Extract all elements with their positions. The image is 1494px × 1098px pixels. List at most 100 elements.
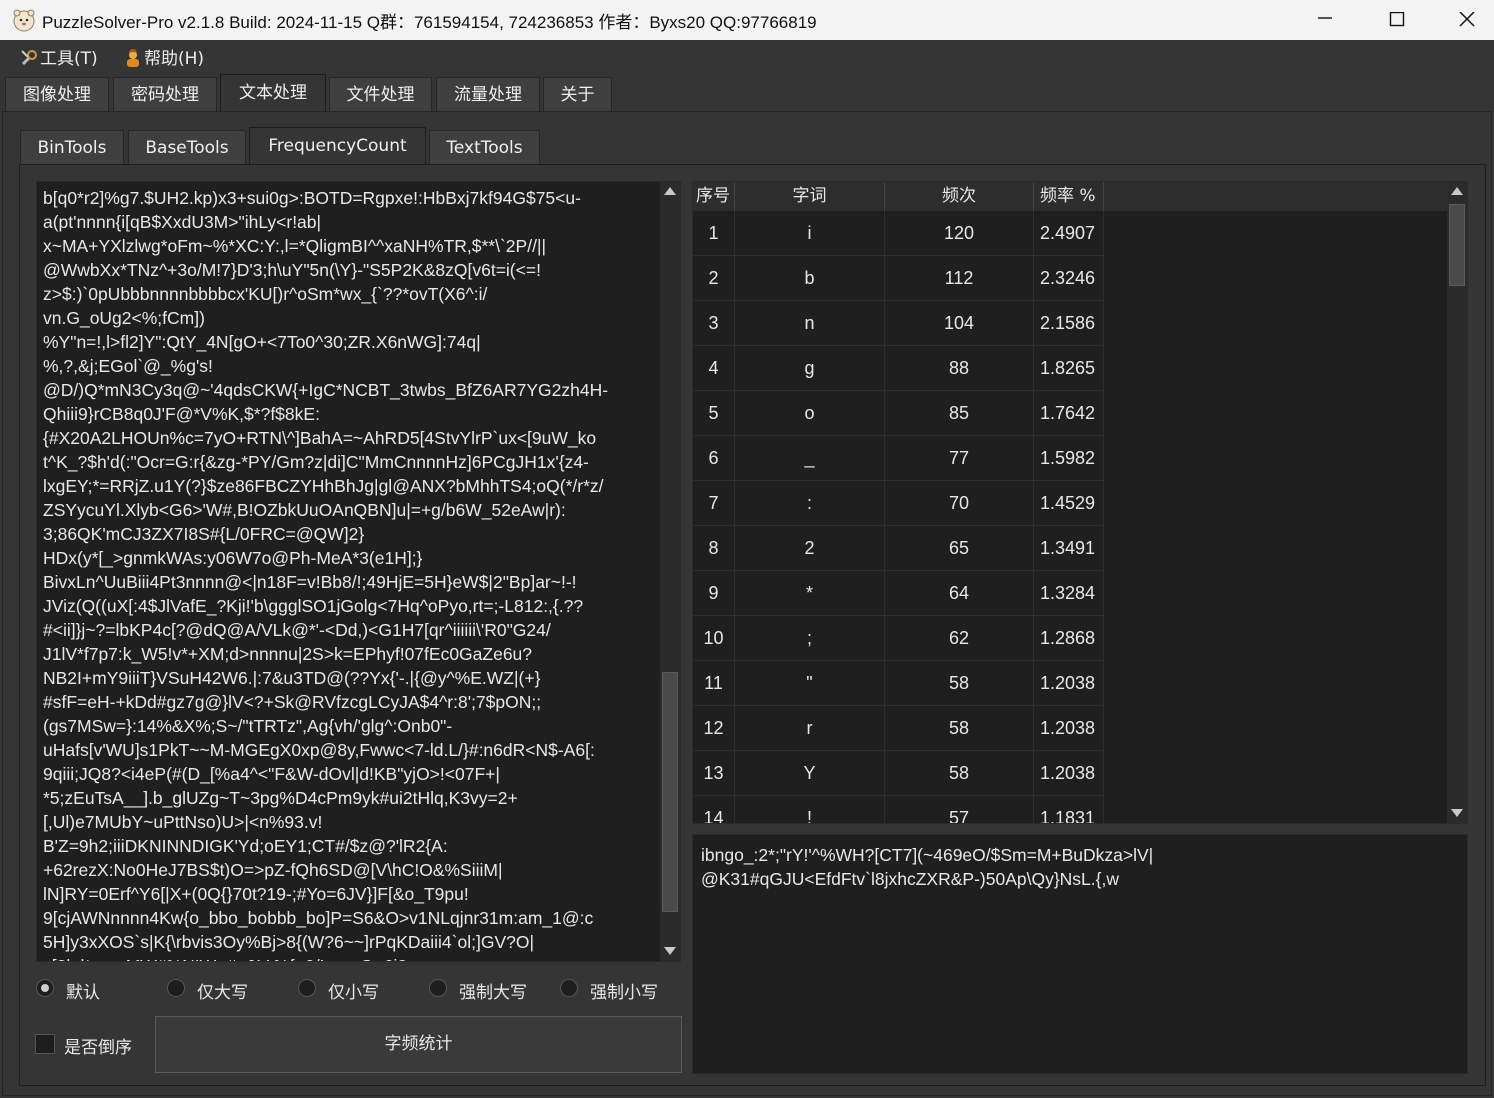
- subtab-basetools-label: BaseTools: [145, 138, 229, 158]
- table-row[interactable]: 8 2 65 1.3491: [693, 526, 1104, 571]
- subtab-texttools[interactable]: TextTools: [429, 130, 540, 164]
- header-frequency[interactable]: 频率 %: [1034, 182, 1104, 211]
- input-text-line: 5H]y3xXOS`s|K{\rbvis3Oy%Bj>8{(W?6~~]rPqK…: [43, 932, 535, 952]
- wrench-icon: [20, 49, 40, 68]
- cell-index: 10: [693, 616, 735, 661]
- tab-traffic[interactable]: 流量处理: [436, 77, 540, 111]
- menu-tools-label: 工具(T): [40, 49, 98, 69]
- table-scrollbar[interactable]: [1447, 182, 1467, 823]
- cell-frequency: 1.5982: [1034, 436, 1104, 481]
- menu-tools[interactable]: 工具(T): [20, 44, 98, 69]
- close-button[interactable]: [1432, 0, 1494, 40]
- table-row[interactable]: 11 " 58 1.2038: [693, 661, 1104, 706]
- cell-count: 65: [885, 526, 1034, 571]
- menu-help[interactable]: 帮助(H): [124, 44, 204, 69]
- table-row[interactable]: 5 o 85 1.7642: [693, 391, 1104, 436]
- radio-dot: [36, 979, 54, 997]
- input-text-line: lN]RY=0Erf^Y6[|X+(0Q{}70t?19-;#Yo=6JV}]F…: [43, 884, 469, 904]
- input-text-line: 3;86QK'mCJ3ZX7I8S#{L/0FRC=@QW]2}: [43, 524, 365, 544]
- input-textarea[interactable]: b[q0*r2]%g7.$UH2.kp)x3+sui0g>:BOTD=Rgpxe…: [36, 181, 681, 962]
- input-text-line: [,Ul)e7MUbY~uPttNso)U>|<n%93.v!: [43, 812, 323, 832]
- cell-index: 5: [693, 391, 735, 436]
- radio-dot: [560, 979, 578, 997]
- table-row[interactable]: 3 n 104 2.1586: [693, 301, 1104, 346]
- cell-count: 112: [885, 256, 1034, 301]
- cell-index: 9: [693, 571, 735, 616]
- cell-token: 2: [735, 526, 885, 571]
- cell-token: Y: [735, 751, 885, 796]
- input-text-line: 9[cjAWNnnnn4Kw{o_bbo_bobbb_bo]P=S6&O>v1N…: [43, 908, 594, 928]
- minimize-button[interactable]: [1290, 0, 1360, 40]
- cell-token: n: [735, 301, 885, 346]
- frequency-table[interactable]: 序号 字词 频次 频率 % 1 i 120 2.4907 2 b 112 2.3246 3 n 10…: [692, 181, 1468, 824]
- tab-file[interactable]: 文件处理: [329, 77, 432, 111]
- input-text-line: t^K_?$h'd(:"Ocr=G:r{&zg-*PY/Gm?z|di]C"Mm…: [43, 452, 589, 472]
- cell-token: r: [735, 706, 885, 751]
- tab-crypto[interactable]: 密码处理: [113, 77, 217, 111]
- subtab-bintools-label: BinTools: [37, 138, 107, 158]
- tab-text[interactable]: 文本处理: [220, 74, 326, 112]
- maximize-button[interactable]: [1362, 0, 1432, 40]
- scrollbar-thumb[interactable]: [1449, 204, 1465, 286]
- cell-index: 3: [693, 301, 735, 346]
- tab-about-label: 关于: [560, 85, 595, 105]
- input-scrollbar[interactable]: [660, 182, 680, 961]
- helper-person-icon: [124, 49, 144, 68]
- subtab-basetools[interactable]: BaseTools: [128, 130, 246, 164]
- count-button[interactable]: 字频统计: [155, 1016, 682, 1073]
- tab-about[interactable]: 关于: [543, 77, 612, 111]
- table-header: 序号 字词 频次 频率 %: [693, 182, 1453, 211]
- menu-bar: [0, 40, 1494, 72]
- cell-frequency: 2.3246: [1034, 256, 1104, 301]
- subtab-frequencycount[interactable]: FrequencyCount: [249, 127, 426, 165]
- cell-token: !: [735, 796, 885, 823]
- radio-lower-only-label: 仅小写: [328, 983, 379, 1003]
- input-text-line: %,?,&j;EGol`@_%g's!: [43, 356, 213, 376]
- input-text-line: B'Z=9h2;iiiDKNINNDIGK'Yd;oEY1;CT#/$z@?'l…: [43, 836, 448, 856]
- table-row[interactable]: 14! 57 1.1831: [693, 796, 1104, 823]
- table-row[interactable]: 4 g 88 1.8265: [693, 346, 1104, 391]
- input-text-line: *5;zEuTsA__].b_glUZg~T~3pg%D4cPm9yk#ui2t…: [43, 788, 518, 808]
- table-row[interactable]: 12 r 58 1.2038: [693, 706, 1104, 751]
- cell-token: b: [735, 256, 885, 301]
- header-index[interactable]: 序号: [693, 182, 735, 211]
- cell-frequency: 1.3491: [1034, 526, 1104, 571]
- tab-image[interactable]: 图像处理: [5, 77, 109, 111]
- scroll-down-icon[interactable]: [1451, 809, 1463, 817]
- subtab-bintools[interactable]: BinTools: [20, 130, 124, 164]
- table-row[interactable]: 7:70 1.4529: [693, 481, 1104, 526]
- cell-count: 120: [885, 211, 1034, 256]
- reverse-checkbox[interactable]: [35, 1034, 55, 1054]
- table-row[interactable]: 1 i 120 2.4907: [693, 211, 1104, 256]
- tab-crypto-label: 密码处理: [131, 85, 199, 105]
- cell-count: 85: [885, 391, 1034, 436]
- input-text-line: NB2I+mY9iiiT}VSuH42W6.|:7&u3TD@(??Yx{'-.…: [43, 668, 541, 688]
- cell-frequency: 2.1586: [1034, 301, 1104, 346]
- cell-count: 57: [885, 796, 1034, 823]
- header-count[interactable]: 频次: [885, 182, 1034, 211]
- cell-index: 11: [693, 661, 735, 706]
- scrollbar-thumb[interactable]: [662, 672, 678, 912]
- input-text-line: {#X20A2LHOUn%c=7yO+RTN\^]BahA=~AhRD5[4St…: [43, 428, 597, 448]
- input-text-line: (gs7MSw=}:14%&X%;S~/"tTRTz",Ag{vh/'glg^:…: [43, 716, 453, 736]
- cell-frequency: 1.7642: [1034, 391, 1104, 436]
- maximize-icon: [1389, 12, 1405, 27]
- table-row[interactable]: 13 Y 58 1.2038: [693, 751, 1104, 796]
- input-text-line: @WwbXx*TNz^+3o/M!7}D'3;h\uY"5n(\Y}-"S5P2…: [43, 260, 541, 280]
- output-textarea[interactable]: ibngo_:2*;"rY!'^%WH?[CT7](~469eO/$Sm=M+B…: [692, 834, 1468, 1074]
- input-text-line: @D/)Q*mN3Cy3q@~'4qdsCKW{+IgC*NCBT_3twbs_…: [43, 380, 609, 400]
- scroll-up-icon[interactable]: [664, 187, 676, 195]
- scroll-up-icon[interactable]: [1451, 187, 1463, 195]
- input-text-line: a(pt'nnnn{i[qB$XxdU3M>"ihLy<r!ab|: [43, 212, 322, 232]
- input-text-line: lxgEY;*=RRjZ.u1Y(?}$ze86FBCZYHhBhJg|gl@A…: [43, 476, 604, 496]
- cell-frequency: 1.3284: [1034, 571, 1104, 616]
- table-row[interactable]: 9 * 64 1.3284: [693, 571, 1104, 616]
- scroll-down-icon[interactable]: [664, 947, 676, 955]
- header-token[interactable]: 字词: [735, 182, 885, 211]
- table-row[interactable]: 10; 62 1.2868: [693, 616, 1104, 661]
- output-text-line: @K31#qGJU<EfdFtv`l8jxhcZXR&P-)50Ap\Qy}Ns…: [701, 869, 1119, 889]
- table-row[interactable]: 2 b 112 2.3246: [693, 256, 1104, 301]
- table-row[interactable]: 6 _ 77 1.5982: [693, 436, 1104, 481]
- input-text-line: vn.G_oUg2<%;fCm]): [43, 308, 205, 328]
- radio-upper-only-label: 仅大写: [197, 983, 248, 1003]
